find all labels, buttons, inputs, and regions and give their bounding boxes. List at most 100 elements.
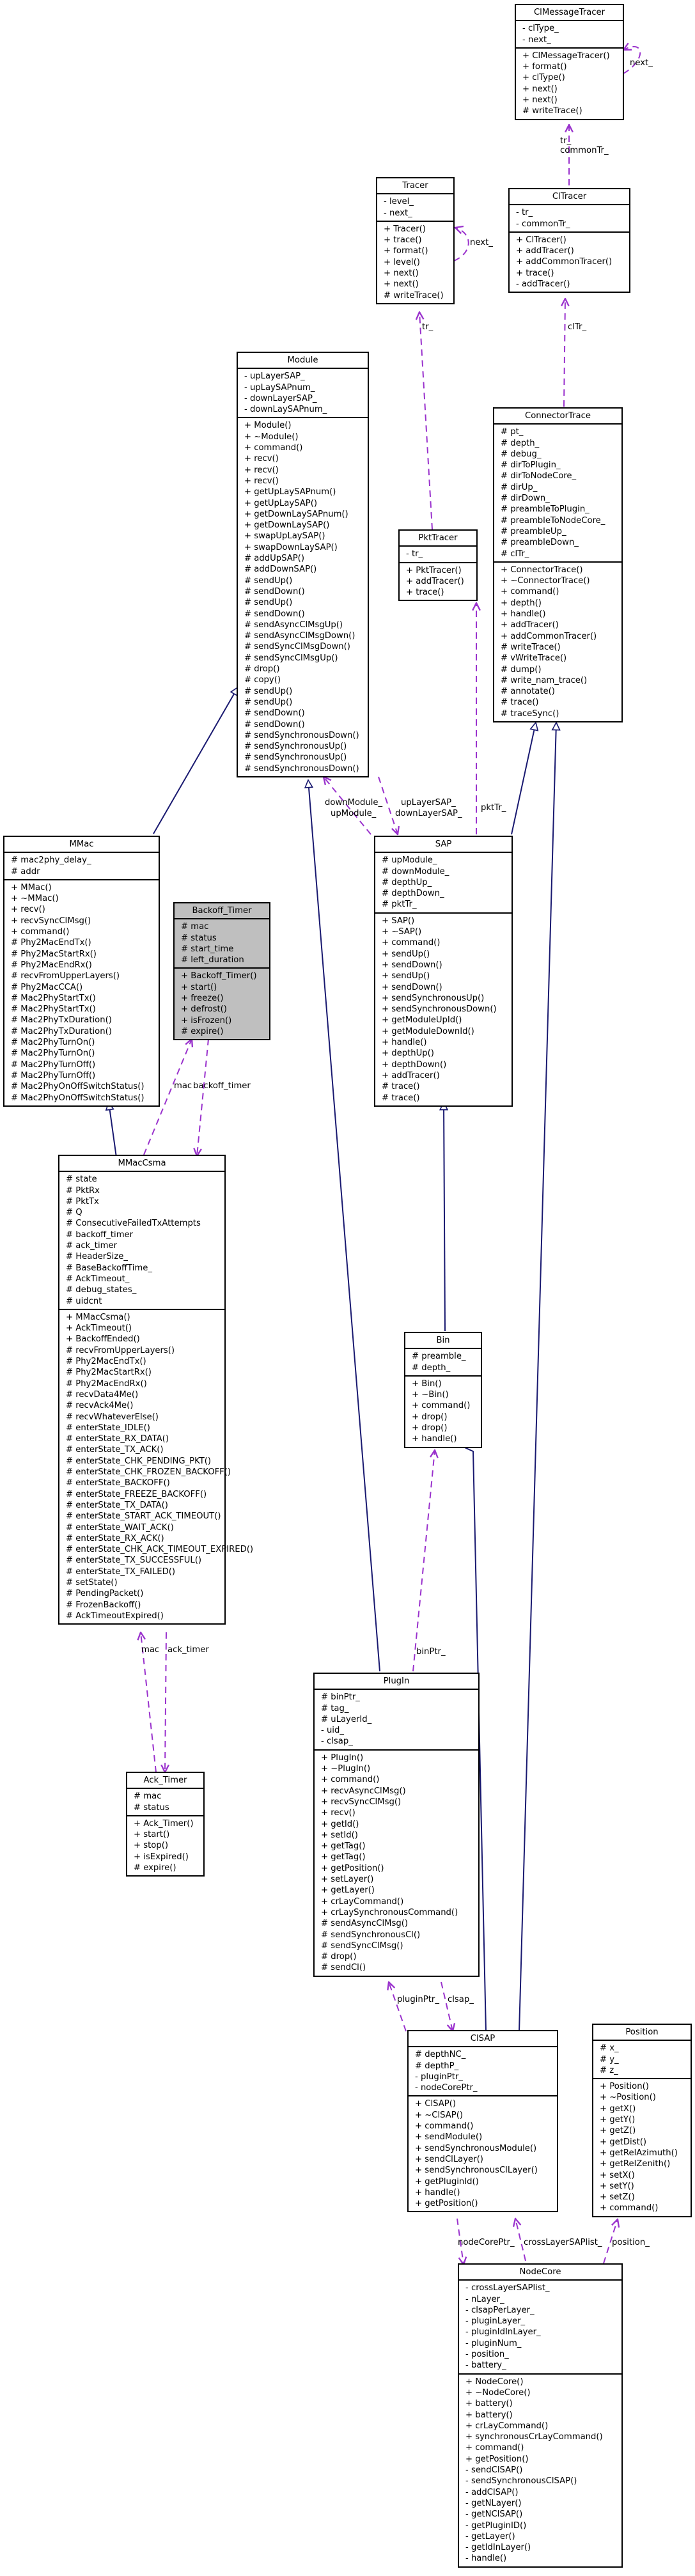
- operation: # sendUp(): [244, 697, 293, 707]
- class-ack-timer[interactable]: Ack_Timer # mac # status + Ack_Timer() + sta…: [126, 1772, 205, 1877]
- operation: # Phy2MacEndTx(): [11, 938, 91, 948]
- operation: + next(): [522, 84, 558, 94]
- operation: # Mac2PhyTxDuration(): [11, 1015, 112, 1026]
- operation: + recvAsyncClMsg(): [321, 1786, 406, 1796]
- class-nodecore[interactable]: NodeCore - crossLayerSAPlist_ - nLayer_ - c…: [458, 2263, 623, 2568]
- operation: + handle(): [412, 1434, 457, 1444]
- attribute-list: - tr_: [400, 547, 476, 563]
- class-cltracer[interactable]: ClTracer - tr_ - commonTr_ + ClTracer() + ad…: [508, 188, 630, 293]
- attribute-list: - level_ - next_: [377, 194, 453, 222]
- edge-mmaccsma-inherits-mmac: [109, 1102, 117, 1158]
- operation: # sendAsyncClMsgDown(): [244, 631, 355, 641]
- edge-label-clmsg-cltracer: tr_ commonTr_: [560, 136, 609, 155]
- edge-label-clmsg-next: next_: [630, 58, 653, 68]
- attribute-list: - crossLayerSAPlist_ - nLayer_ - clsapPerL…: [459, 2281, 621, 2375]
- operation: - getLayer(): [465, 2531, 515, 2541]
- attribute: # uidcnt: [66, 1296, 102, 1306]
- class-name: ClTracer: [510, 189, 629, 206]
- operation: + isExpired(): [134, 1852, 189, 1862]
- operation: + command(): [382, 938, 441, 948]
- operation: + AckTimeout(): [66, 1323, 132, 1334]
- operation: + addTracer(): [382, 1070, 440, 1081]
- class-plugin[interactable]: PlugIn # binPtr_ # tag_ # uLayerId_ - uid_ - …: [313, 1673, 480, 1977]
- operation: # writeTrace(): [522, 106, 582, 116]
- edge-mmac-inherits-module: [153, 687, 238, 834]
- operation: + getUpLaySAPnum(): [244, 487, 336, 497]
- attribute-list: # mac # status: [127, 1789, 203, 1816]
- class-mmac[interactable]: MMac # mac2phy_delay_ # addr + MMac() + ~MMa…: [3, 836, 160, 1107]
- attribute: - pluginIdInLayer_: [465, 2327, 541, 2338]
- operation: + isFrozen(): [181, 1015, 232, 1026]
- attribute-list: - upLayerSAP_ - upLaySAPnum_ - downLayerSA…: [238, 369, 368, 419]
- operation: + sendDown(): [382, 982, 442, 992]
- attribute-list: # mac2phy_delay_ # addr: [4, 853, 159, 880]
- operation: + crLayCommand(): [321, 1896, 404, 1907]
- operation: + recvSyncClMsg(): [321, 1797, 402, 1807]
- edge-label-cltracer-connector: clTr_: [568, 322, 587, 332]
- class-clmessagetracer[interactable]: ClMessageTracer - clType_ - next_ + ClMessa…: [515, 4, 624, 120]
- class-tracer[interactable]: Tracer - level_ - next_ + Tracer() + trace()…: [376, 177, 455, 304]
- attribute: # mac: [134, 1791, 162, 1802]
- operation-list: + Bin() + ~Bin() + command() + drop() + drop…: [405, 1377, 481, 1447]
- attribute-list: - tr_ - commonTr_: [510, 205, 629, 233]
- operation-list: + ClSAP() + ~ClSAP() + command() + sendModu…: [409, 2096, 557, 2211]
- operation: # sendAsyncClMsgUp(): [244, 620, 343, 630]
- operation: # sendUp(): [244, 686, 293, 696]
- operation: + format(): [522, 62, 567, 72]
- operation: # sendAsyncClMsg(): [321, 1919, 409, 1929]
- attribute: # y_: [600, 2054, 619, 2065]
- operation: # trace(): [501, 698, 539, 708]
- attribute: - nLayer_: [465, 2294, 504, 2304]
- attribute: - crossLayerSAPlist_: [465, 2283, 550, 2293]
- edge-label-clsap: clsap_: [448, 1995, 474, 2004]
- operation: + getY(): [600, 2115, 636, 2125]
- operation: + setId(): [321, 1830, 358, 1840]
- operation: + trace(): [516, 268, 554, 278]
- operation: + trace(): [406, 588, 444, 598]
- operation: # sendSynchronousUp(): [244, 742, 347, 752]
- operation: + format(): [384, 246, 428, 256]
- operation: + command(): [11, 927, 70, 937]
- operation: # Mac2PhyOnOffSwitchStatus(): [11, 1082, 144, 1092]
- class-connectortrace[interactable]: ConnectorTrace # pt_ # depth_ # debug_ # dir…: [493, 407, 623, 723]
- operation: # sendSyncClMsg(): [321, 1940, 403, 1951]
- class-module[interactable]: Module - upLayerSAP_ - upLaySAPnum_ - downL…: [237, 352, 369, 777]
- operation: + recv(): [244, 454, 279, 464]
- class-name: Module: [238, 353, 368, 370]
- operation: - getPluginID(): [465, 2520, 527, 2531]
- attribute: # status: [134, 1802, 169, 1813]
- operation: - getIdInLayer(): [465, 2543, 531, 2553]
- class-sap[interactable]: SAP # upModule_ # downModule_ # depthUp_ # d…: [374, 836, 513, 1107]
- class-name: PlugIn: [315, 1674, 478, 1690]
- class-backoff-timer[interactable]: Backoff_Timer # mac # status # start_time # …: [173, 902, 270, 1041]
- operation: # enterState_WAIT_ACK(): [66, 1522, 174, 1533]
- attribute: # HeaderSize_: [66, 1252, 128, 1262]
- operation: # recvData4Me(): [66, 1389, 139, 1400]
- class-position[interactable]: Position # x_ # y_ # z_ + Position() + ~Posit…: [592, 2024, 692, 2217]
- operation: + getId(): [321, 1819, 359, 1829]
- attribute: - clsapPerLayer_: [465, 2305, 535, 2315]
- attribute: # depth_: [412, 1362, 451, 1373]
- attribute: - clType_: [522, 24, 559, 34]
- class-clsap[interactable]: ClSAP # depthNC_ # depthP_ - pluginPtr_ - no…: [407, 2030, 558, 2213]
- class-bin[interactable]: Bin # preamble_ # depth_ + Bin() + ~Bin() + c…: [404, 1332, 482, 1448]
- operation: # enterState_RX_ACK(): [66, 1533, 164, 1543]
- operation: + ~Module(): [244, 432, 299, 442]
- class-mmaccsma[interactable]: MMacCsma # state # PktRx # PktTx # Q # Consec…: [58, 1155, 253, 1625]
- attribute: # preambleDown_: [501, 538, 579, 548]
- attribute: # z_: [600, 2065, 618, 2075]
- operation: # Mac2PhyTurnOff(): [11, 1070, 96, 1081]
- operation: + getX(): [600, 2104, 636, 2114]
- operation: + ~NodeCore(): [465, 2387, 531, 2398]
- operation: # drop(): [321, 1952, 357, 1962]
- operation: - addClSAP(): [465, 2487, 519, 2497]
- class-pkttracer[interactable]: PktTracer - tr_ + PktTracer() + addTracer()…: [398, 529, 478, 602]
- operation: # Mac2PhyTurnOn(): [11, 1038, 95, 1048]
- attribute: - battery_: [465, 2361, 506, 2371]
- operation-list: + Backoff_Timer() + start() + freeze() + de…: [175, 969, 269, 1039]
- attribute: - uid_: [321, 1726, 344, 1736]
- operation: # traceSync(): [501, 708, 559, 719]
- operation-list: + Module() + ~Module() + command() + recv()…: [238, 418, 368, 776]
- attribute: # depthUp_: [382, 877, 432, 887]
- operation: # recvAck4Me(): [66, 1401, 134, 1411]
